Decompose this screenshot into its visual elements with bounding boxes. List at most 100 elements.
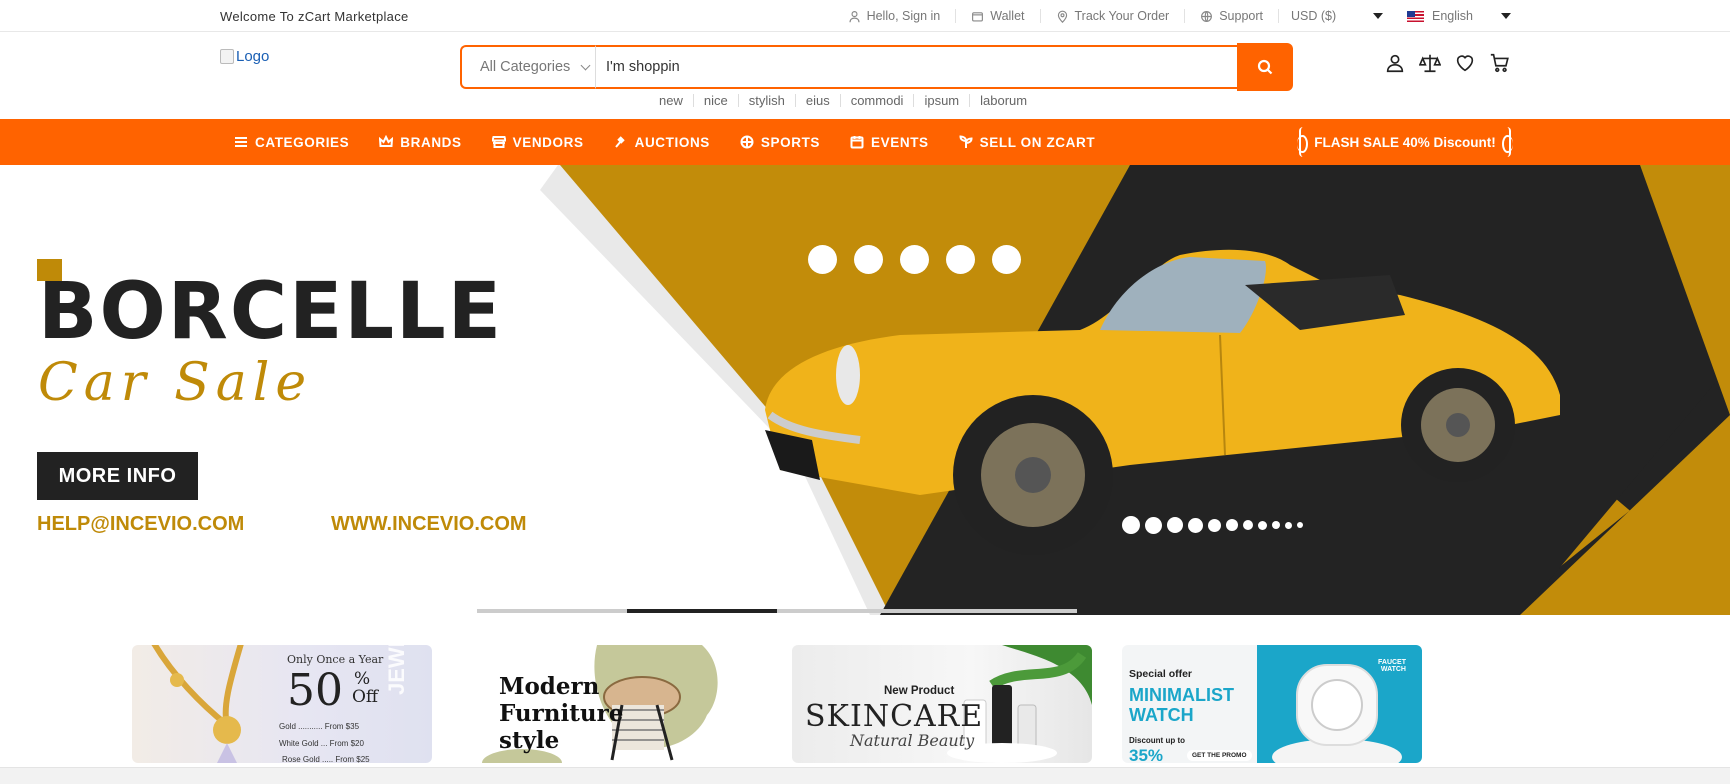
promo-watch-brand: FAUCET WATCH: [1378, 659, 1406, 673]
basketball-icon: [740, 135, 754, 149]
search-tags: new nice stylish eius commodi ipsum labo…: [649, 94, 1037, 107]
search-tag[interactable]: eius: [796, 94, 841, 107]
nav-label: CATEGORIES: [255, 134, 350, 150]
nav-categories[interactable]: CATEGORIES: [234, 135, 349, 150]
promo-furniture-title: Modern: [499, 673, 600, 700]
hero-website: WWW.INCEVIO.COM: [331, 513, 527, 535]
sign-in-label: Hello, Sign in: [866, 9, 941, 23]
promo-jewelry-row: Rose Gold ..... From $25: [282, 755, 370, 763]
logo[interactable]: Logo: [220, 48, 269, 65]
nav-label: SPORTS: [760, 134, 821, 150]
promo-skincare-tagline: New Product: [884, 685, 955, 697]
search-button[interactable]: [1237, 43, 1293, 91]
search-tag[interactable]: laborum: [970, 94, 1037, 107]
nav-brands[interactable]: BRANDS: [379, 135, 461, 150]
nav-label: EVENTS: [871, 134, 929, 150]
nav-vendors[interactable]: VENDORS: [491, 134, 584, 150]
currency-select[interactable]: USD ($): [1279, 9, 1383, 23]
compare-icon[interactable]: [1419, 52, 1441, 74]
search-tag[interactable]: stylish: [739, 94, 796, 107]
promo-skincare-script: Natural Beauty: [850, 731, 975, 750]
language-select[interactable]: English: [1383, 9, 1511, 23]
crown-icon: [379, 135, 394, 147]
promo-watch[interactable]: Special offer MINIMALIST WATCH Discount …: [1122, 645, 1422, 763]
welcome-text: Welcome To zCart Marketplace: [220, 8, 409, 24]
category-value: All Categories: [480, 59, 571, 75]
us-flag-icon: [1407, 10, 1424, 22]
cart-icon[interactable]: [1489, 52, 1511, 74]
header-icons: [1384, 52, 1511, 74]
store-icon: [491, 136, 506, 148]
map-pin-icon: [1057, 10, 1067, 23]
language-value: English: [1432, 9, 1473, 23]
search-bar: All Categories: [460, 43, 1293, 91]
top-bar: Welcome To zCart Marketplace Hello, Sign…: [0, 0, 1730, 32]
main-nav: CATEGORIES BRANDS VENDORS AUCTIONS SPORT…: [0, 119, 1730, 165]
nav-label: VENDORS: [512, 134, 584, 150]
menu-icon: [235, 137, 247, 147]
chevron-down-icon: [1501, 13, 1511, 19]
broken-image-icon: [220, 49, 234, 64]
wallet-label: Wallet: [990, 9, 1025, 23]
calendar-icon: [850, 136, 864, 149]
search-tag[interactable]: commodi: [841, 94, 915, 107]
hero-subtitle: Car Sale: [38, 353, 313, 413]
promo-watch-percent: 35%: [1129, 746, 1164, 763]
heart-icon[interactable]: [1454, 52, 1476, 74]
globe-icon: [1201, 10, 1213, 22]
nav-events[interactable]: EVENTS: [850, 135, 929, 150]
nav-label: BRANDS: [400, 134, 462, 150]
category-select[interactable]: All Categories: [460, 45, 596, 89]
account-icon[interactable]: [1384, 52, 1406, 74]
promo-skincare-title: SKINCARE: [805, 699, 984, 734]
promo-jewelry-unit: %: [354, 669, 371, 689]
promo-jewelry-side: JEWERLY: [384, 645, 410, 695]
logo-alt-text: Logo: [236, 48, 270, 65]
flash-sale-label: FLASH SALE 40% Discount!: [1314, 134, 1496, 150]
search-tag[interactable]: nice: [694, 94, 739, 107]
promo-jewelry-row: Gold ........... From $35: [279, 722, 360, 731]
promo-watch-discount: Discount up to: [1129, 736, 1185, 745]
promo-watch-cta[interactable]: GET THE PROMO: [1187, 750, 1252, 761]
promo-jewelry-row: White Gold ... From $20: [279, 739, 364, 748]
search-tag[interactable]: new: [649, 94, 694, 107]
nav-sell[interactable]: SELL ON ZCART: [959, 135, 1096, 150]
currency-value: USD ($): [1291, 9, 1337, 23]
hero-email: HELP@INCEVIO.COM: [37, 513, 245, 535]
support-link[interactable]: Support: [1185, 9, 1279, 23]
promo-furniture-title: Furniture: [499, 700, 624, 727]
chevron-down-icon: [580, 60, 591, 70]
more-info-button[interactable]: MORE INFO: [37, 452, 198, 500]
header: Logo All Categories new nice stylish eiu…: [0, 32, 1730, 119]
necklace-image: [151, 645, 244, 763]
nav-label: AUCTIONS: [634, 134, 710, 150]
flash-sale-badge[interactable]: FLASH SALE 40% Discount!: [1297, 127, 1513, 157]
nav-sports[interactable]: SPORTS: [740, 135, 820, 150]
promo-skincare[interactable]: New Product SKINCARE Natural Beauty: [792, 645, 1092, 763]
search-input[interactable]: [596, 45, 1237, 89]
promo-jewelry[interactable]: Only Once a Year 50 % Off Gold .........…: [132, 645, 432, 763]
wallet-link[interactable]: Wallet: [956, 9, 1041, 23]
promo-furniture[interactable]: Modern Furniture style: [462, 645, 762, 763]
promo-jewelry-off: Off: [352, 687, 379, 707]
track-order-label: Track Your Order: [1074, 9, 1170, 23]
slider-indicator[interactable]: [477, 609, 1077, 613]
decorative-dots: [808, 245, 1021, 274]
sign-in-link[interactable]: Hello, Sign in: [833, 9, 957, 23]
seedling-icon: [959, 135, 973, 148]
search-tag[interactable]: ipsum: [914, 94, 971, 107]
promo-banners: Only Once a Year 50 % Off Gold .........…: [0, 615, 1730, 763]
hero-banner[interactable]: BORCELLE Car Sale MORE INFO HELP@INCEVIO…: [0, 165, 1730, 615]
promo-watch-title: MINIMALIST: [1129, 685, 1234, 705]
search-icon: [1257, 59, 1273, 75]
chevron-down-icon: [1373, 13, 1383, 19]
hero-brand: BORCELLE: [38, 267, 504, 357]
track-order-link[interactable]: Track Your Order: [1041, 9, 1186, 23]
wallet-icon: [972, 11, 984, 22]
gavel-icon: [614, 136, 625, 148]
bottom-overlay: [0, 767, 1730, 784]
support-label: Support: [1219, 9, 1263, 23]
decorative-dots-small: [1122, 516, 1303, 534]
promo-jewelry-big: 50: [287, 665, 343, 716]
nav-auctions[interactable]: AUCTIONS: [614, 135, 710, 150]
